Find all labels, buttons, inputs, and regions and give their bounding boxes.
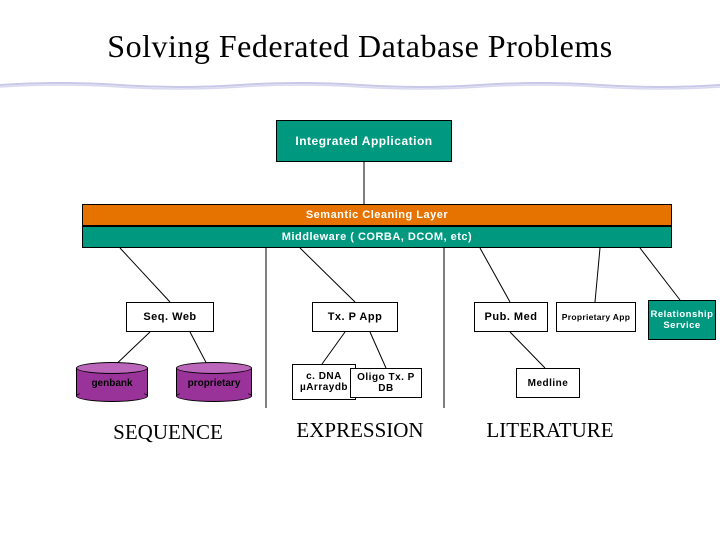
semantic-layer-box: Semantic Cleaning Layer xyxy=(82,204,672,226)
expression-label: EXPRESSION xyxy=(280,418,440,443)
integrated-app-box: Integrated Application xyxy=(276,120,452,162)
literature-label: LITERATURE xyxy=(470,418,630,443)
page-title: Solving Federated Database Problems xyxy=(0,28,720,65)
genbank-cylinder: genbank xyxy=(76,362,148,402)
seqweb-box: Seq. Web xyxy=(126,302,214,332)
oligo-db-box: Oligo Tx. P DB xyxy=(350,368,422,398)
proprietary-app-box: Proprietary App xyxy=(556,302,636,332)
genbank-label: genbank xyxy=(76,378,148,389)
pubmed-box: Pub. Med xyxy=(474,302,548,332)
proprietary-cylinder: proprietary xyxy=(176,362,252,402)
middleware-box: Middleware ( CORBA, DCOM, etc) xyxy=(82,226,672,248)
proprietary-label: proprietary xyxy=(176,378,252,389)
cdna-db-box: c. DNA µArraydb xyxy=(292,364,356,400)
txp-app-box: Tx. P App xyxy=(312,302,398,332)
relationship-service-box: Relationship Service xyxy=(648,300,716,340)
medline-box: Medline xyxy=(516,368,580,398)
underline-wave xyxy=(0,80,720,90)
sequence-label: SEQUENCE xyxy=(98,420,238,445)
